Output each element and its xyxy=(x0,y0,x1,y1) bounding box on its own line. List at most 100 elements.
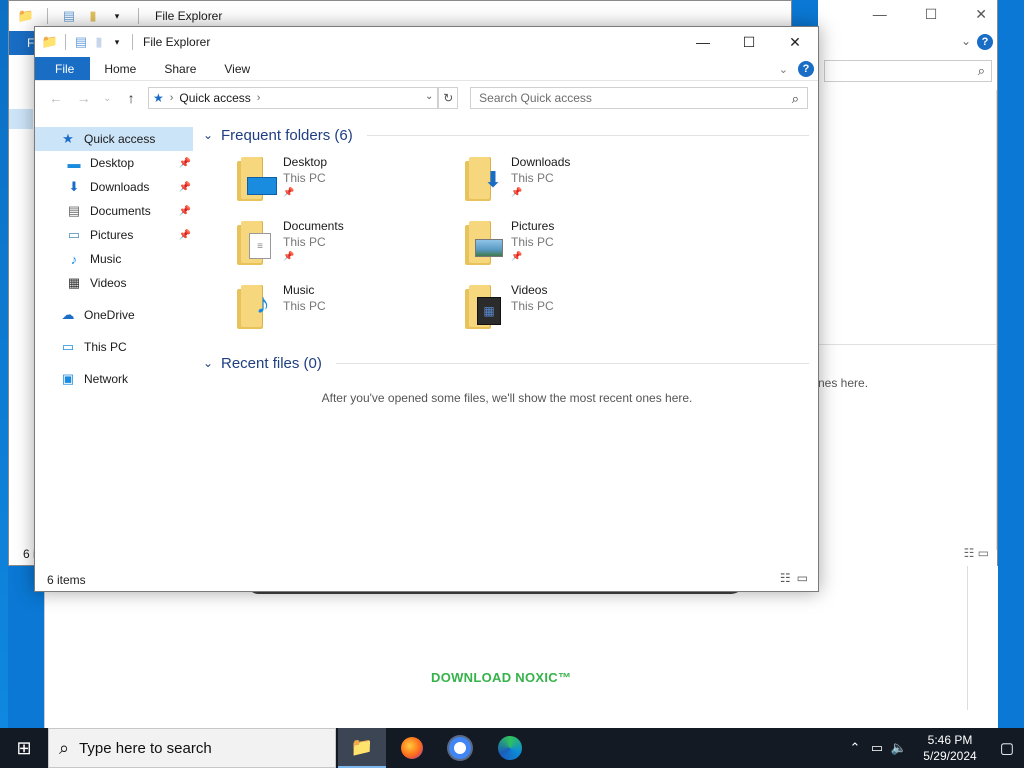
nav-documents[interactable]: ▤ Documents 📌 xyxy=(35,199,193,223)
folder-name: Videos xyxy=(511,283,548,297)
volume-muted-icon[interactable]: 🔈 xyxy=(888,740,910,756)
refresh-button[interactable]: ↻ xyxy=(438,87,459,109)
pin-icon: 📌 xyxy=(511,251,523,261)
search-input[interactable] xyxy=(479,91,780,105)
window-title: File Explorer xyxy=(155,9,223,23)
selected-nav-item[interactable] xyxy=(9,109,33,129)
tab-file[interactable]: F xyxy=(9,31,37,55)
new-folder-icon[interactable]: ▮ xyxy=(84,8,102,24)
start-button[interactable]: ⊞ xyxy=(0,728,48,768)
nav-videos[interactable]: ▦ Videos xyxy=(35,271,193,295)
taskbar-file-explorer[interactable]: 📁 xyxy=(338,728,386,768)
taskbar-chrome[interactable] xyxy=(436,728,484,768)
dropdown-icon[interactable]: ▾ xyxy=(108,8,126,24)
nav-onedrive[interactable]: ☁ OneDrive xyxy=(35,303,193,327)
close-icon[interactable]: ✕ xyxy=(975,6,987,23)
breadcrumb-quick-access[interactable]: Quick access xyxy=(179,91,250,105)
forward-button[interactable]: → xyxy=(73,87,95,109)
close-button[interactable]: ✕ xyxy=(772,27,818,57)
nav-music[interactable]: ♪ Music xyxy=(35,247,193,271)
up-button[interactable]: ↑ xyxy=(120,87,142,109)
notifications-icon[interactable]: ▢ xyxy=(990,739,1024,757)
folder-desktop[interactable]: Desktop This PC 📌 xyxy=(235,155,463,205)
taskbar-firefox[interactable] xyxy=(388,728,436,768)
windows-logo-icon: ⊞ xyxy=(16,737,32,758)
nav-label: Network xyxy=(84,372,129,386)
breadcrumb-separator-icon[interactable]: › xyxy=(170,92,174,104)
taskbar-search-box[interactable]: ⌕ xyxy=(48,728,336,768)
folder-name: Desktop xyxy=(283,155,328,169)
nav-pictures[interactable]: ▭ Pictures 📌 xyxy=(35,223,193,247)
chrome-icon xyxy=(449,737,471,759)
scrollbar[interactable] xyxy=(996,90,997,550)
folder-videos[interactable]: ▦ Videos This PC xyxy=(463,283,691,333)
taskbar-edge[interactable] xyxy=(486,728,534,768)
nav-quick-access[interactable]: ★ Quick access xyxy=(35,127,193,151)
file-explorer-window[interactable]: 📁 ▤ ▮ ▾ File Explorer — ☐ ✕ File Home Sh… xyxy=(34,26,819,592)
nav-label: Music xyxy=(90,252,122,266)
folder-music[interactable]: ♪ Music This PC xyxy=(235,283,463,333)
clock[interactable]: 5:46 PM 5/29/2024 xyxy=(916,732,984,764)
maximize-icon[interactable]: ☐ xyxy=(925,6,938,23)
chevron-down-icon[interactable]: ⌄ xyxy=(961,34,971,48)
search-box[interactable]: ⌕ xyxy=(470,87,808,109)
network-icon[interactable]: ▭ xyxy=(866,740,888,756)
recent-files-header[interactable]: ⌄ Recent files (0) xyxy=(201,351,813,375)
address-bar[interactable]: ★ › Quick access › ⌄ xyxy=(147,87,439,109)
collapse-chevron-icon[interactable]: ⌄ xyxy=(201,128,215,142)
folder-downloads[interactable]: ⬇ Downloads This PC 📌 xyxy=(463,155,691,205)
taskbar-search-input[interactable] xyxy=(79,739,320,757)
tab-home[interactable]: Home xyxy=(90,57,150,80)
customize-toolbar-icon[interactable]: ▾ xyxy=(108,34,126,50)
folder-documents[interactable]: ≡ Documents This PC 📌 xyxy=(235,219,463,269)
nav-network[interactable]: ▣ Network xyxy=(35,367,193,391)
properties-icon[interactable]: ▤ xyxy=(60,8,78,24)
breadcrumb-separator-icon[interactable]: › xyxy=(257,92,261,104)
tab-view[interactable]: View xyxy=(210,57,264,80)
nav-downloads[interactable]: ⬇ Downloads 📌 xyxy=(35,175,193,199)
frequent-folders-header[interactable]: ⌄ Frequent folders (6) xyxy=(201,123,813,147)
minimize-icon[interactable]: — xyxy=(873,6,887,23)
expand-ribbon-icon[interactable]: ⌄ xyxy=(779,63,788,76)
help-icon[interactable]: ? xyxy=(977,34,993,50)
details-view-icon[interactable]: ☷ xyxy=(780,571,791,585)
collapse-chevron-icon[interactable]: ⌄ xyxy=(201,356,215,370)
search-input[interactable]: ⌕ xyxy=(824,60,992,82)
tab-share[interactable]: Share xyxy=(150,57,210,80)
pin-icon: 📌 xyxy=(178,205,191,217)
recent-locations-button[interactable]: ⌄ xyxy=(100,87,114,109)
pictures-icon: ▭ xyxy=(67,227,81,242)
nav-label: This PC xyxy=(84,340,127,354)
pin-icon: 📌 xyxy=(283,251,295,261)
folder-name: Downloads xyxy=(511,155,571,169)
folder-location: This PC xyxy=(511,235,554,249)
pin-icon: 📌 xyxy=(178,157,191,169)
minimize-button[interactable]: — xyxy=(680,27,726,57)
ribbon-tabs: File Home Share View ⌄ ? xyxy=(35,57,818,81)
search-icon[interactable]: ⌕ xyxy=(792,91,799,107)
tab-file[interactable]: File xyxy=(35,57,91,80)
new-folder-icon[interactable]: ▮ xyxy=(90,34,108,50)
maximize-button[interactable]: ☐ xyxy=(726,27,772,57)
address-dropdown-icon[interactable]: ⌄ xyxy=(425,91,433,102)
date: 5/29/2024 xyxy=(923,749,977,763)
nav-desktop[interactable]: ▬ Desktop 📌 xyxy=(35,151,193,175)
pin-icon: 📌 xyxy=(178,229,191,241)
search-icon: ⌕ xyxy=(977,63,985,78)
folder-name: Documents xyxy=(283,219,344,233)
search-icon: ⌕ xyxy=(59,737,70,758)
back-button[interactable]: ← xyxy=(45,87,67,109)
nav-this-pc[interactable]: ▭ This PC xyxy=(35,335,193,359)
folder-pictures[interactable]: Pictures This PC 📌 xyxy=(463,219,691,269)
large-icons-view-icon[interactable]: ▭ xyxy=(797,571,808,585)
help-icon[interactable]: ? xyxy=(798,61,814,77)
window-title: File Explorer xyxy=(143,35,211,49)
show-hidden-icons-icon[interactable]: ⌃ xyxy=(844,740,866,756)
section-title: Recent files (0) xyxy=(221,354,322,372)
download-link[interactable]: DOWNLOAD NOXIC™ xyxy=(431,670,571,685)
properties-icon[interactable]: ▤ xyxy=(72,34,90,50)
nav-label: Pictures xyxy=(90,228,134,242)
recent-empty-message: After you've opened some files, we'll sh… xyxy=(321,391,693,405)
view-toggle-icons[interactable]: ☷ ▭ xyxy=(964,546,989,560)
